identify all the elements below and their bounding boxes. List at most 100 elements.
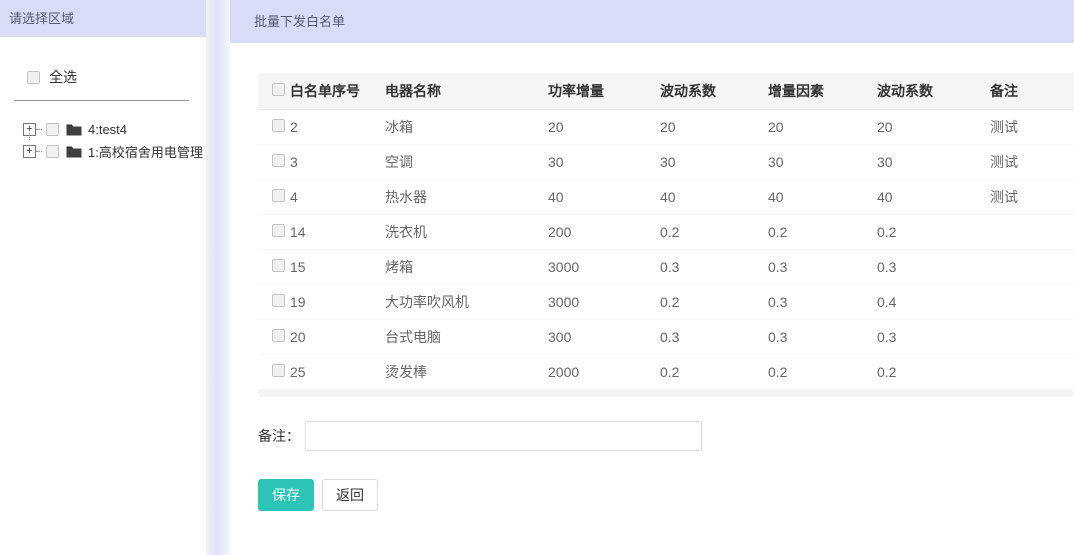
table-cell: 20 xyxy=(660,109,768,144)
table-cell: 0.3 xyxy=(660,249,768,284)
table-cell: 0.2 xyxy=(768,354,877,389)
table-cell: 0.2 xyxy=(877,214,990,249)
column-header: 功率增量 xyxy=(548,73,660,109)
table-cell: 0.3 xyxy=(877,249,990,284)
table-cell: 0.3 xyxy=(877,319,990,354)
table-row: 3空调30303030测试 xyxy=(258,144,1074,179)
table-cell: 0.3 xyxy=(768,284,877,319)
table-cell: 300 xyxy=(548,319,660,354)
remark-form-row: 备注： xyxy=(258,421,1074,451)
table-cell: 25 xyxy=(290,354,385,389)
tree-connector xyxy=(36,129,42,130)
remark-label: 备注： xyxy=(258,426,300,446)
tree-node-checkbox[interactable] xyxy=(46,123,59,136)
remark-input[interactable] xyxy=(305,421,702,451)
table-cell: 0.2 xyxy=(768,214,877,249)
tree-node-label[interactable]: 1:高校宿舍用电管理 xyxy=(88,142,203,161)
row-checkbox[interactable] xyxy=(272,189,285,202)
table-cell: 台式电脑 xyxy=(385,319,548,354)
table-cell: 测试 xyxy=(990,109,1074,144)
folder-icon xyxy=(66,123,82,136)
table-row: 19大功率吹风机30000.20.30.4 xyxy=(258,284,1074,319)
row-checkbox-cell xyxy=(258,179,290,214)
table-cell: 0.4 xyxy=(877,284,990,319)
row-checkbox[interactable] xyxy=(272,154,285,167)
row-checkbox[interactable] xyxy=(272,259,285,272)
table-cell: 20 xyxy=(290,319,385,354)
table-cell: 4 xyxy=(290,179,385,214)
table-row: 14洗衣机2000.20.20.2 xyxy=(258,214,1074,249)
row-checkbox[interactable] xyxy=(272,119,285,132)
row-checkbox-cell xyxy=(258,249,290,284)
select-all-label: 全选 xyxy=(49,67,77,87)
table-cell: 0.2 xyxy=(877,354,990,389)
table-cell: 冰箱 xyxy=(385,109,548,144)
table-cell: 40 xyxy=(877,179,990,214)
table-cell: 3 xyxy=(290,144,385,179)
table-cell xyxy=(990,249,1074,284)
tree-node-checkbox[interactable] xyxy=(46,145,59,158)
table-cell: 2 xyxy=(290,109,385,144)
row-checkbox-cell xyxy=(258,144,290,179)
table-cell: 0.2 xyxy=(660,354,768,389)
table-cell: 0.3 xyxy=(660,319,768,354)
table-cell: 烤箱 xyxy=(385,249,548,284)
column-header: 电器名称 xyxy=(385,73,548,109)
header-checkbox-cell xyxy=(258,73,290,109)
sidebar-divider xyxy=(14,100,189,101)
sidebar-title: 请选择区域 xyxy=(0,0,206,37)
table-cell xyxy=(990,284,1074,319)
region-tree: +4:test4+1:高校宿舍用电管理 xyxy=(23,118,206,162)
column-header: 波动系数 xyxy=(660,73,768,109)
folder-icon xyxy=(66,145,82,158)
whitelist-table: 白名单序号电器名称功率增量波动系数增量因素波动系数备注 2冰箱20202020测… xyxy=(258,73,1074,389)
back-button[interactable]: 返回 xyxy=(322,479,378,511)
table-row: 2冰箱20202020测试 xyxy=(258,109,1074,144)
column-header: 增量因素 xyxy=(768,73,877,109)
button-row: 保存 返回 xyxy=(258,479,1074,511)
main-content: 白名单序号电器名称功率增量波动系数增量因素波动系数备注 2冰箱20202020测… xyxy=(230,43,1074,511)
table-cell: 测试 xyxy=(990,144,1074,179)
select-all-rows-checkbox[interactable] xyxy=(272,83,285,96)
select-all-checkbox[interactable] xyxy=(27,71,40,84)
table-cell: 2000 xyxy=(548,354,660,389)
select-all-row[interactable]: 全选 xyxy=(27,67,206,87)
save-button[interactable]: 保存 xyxy=(258,479,314,511)
table-cell: 测试 xyxy=(990,179,1074,214)
row-checkbox[interactable] xyxy=(272,329,285,342)
tree-node-label[interactable]: 4:test4 xyxy=(88,122,127,137)
column-header: 备注 xyxy=(990,73,1074,109)
main-title: 批量下发白名单 xyxy=(230,0,1074,43)
row-checkbox[interactable] xyxy=(272,294,285,307)
row-checkbox[interactable] xyxy=(272,224,285,237)
row-checkbox-cell xyxy=(258,319,290,354)
tree-node[interactable]: +1:高校宿舍用电管理 xyxy=(23,140,206,162)
table-cell: 200 xyxy=(548,214,660,249)
table-row: 4热水器40404040测试 xyxy=(258,179,1074,214)
row-checkbox-cell xyxy=(258,354,290,389)
table-cell xyxy=(990,319,1074,354)
region-sidebar-panel: 请选择区域 全选 +4:test4+1:高校宿舍用电管理 xyxy=(0,0,206,555)
table-cell xyxy=(990,214,1074,249)
table-cell: 3000 xyxy=(548,249,660,284)
table-cell: 15 xyxy=(290,249,385,284)
table-cell: 40 xyxy=(768,179,877,214)
row-checkbox-cell xyxy=(258,214,290,249)
table-cell: 40 xyxy=(548,179,660,214)
row-checkbox-cell xyxy=(258,284,290,319)
table-cell: 3000 xyxy=(548,284,660,319)
table-row: 20台式电脑3000.30.30.3 xyxy=(258,319,1074,354)
expand-icon[interactable]: + xyxy=(23,145,36,158)
table-row: 25烫发棒20000.20.20.2 xyxy=(258,354,1074,389)
table-cell: 20 xyxy=(877,109,990,144)
table-header-row: 白名单序号电器名称功率增量波动系数增量因素波动系数备注 xyxy=(258,73,1074,109)
tree-node[interactable]: +4:test4 xyxy=(23,118,206,140)
table-cell: 0.2 xyxy=(660,284,768,319)
tree-connector xyxy=(36,151,42,152)
row-checkbox[interactable] xyxy=(272,364,285,377)
horizontal-scrollbar[interactable] xyxy=(258,389,1074,397)
table-cell: 20 xyxy=(768,109,877,144)
column-header: 波动系数 xyxy=(877,73,990,109)
column-header: 白名单序号 xyxy=(290,73,385,109)
table-cell: 热水器 xyxy=(385,179,548,214)
